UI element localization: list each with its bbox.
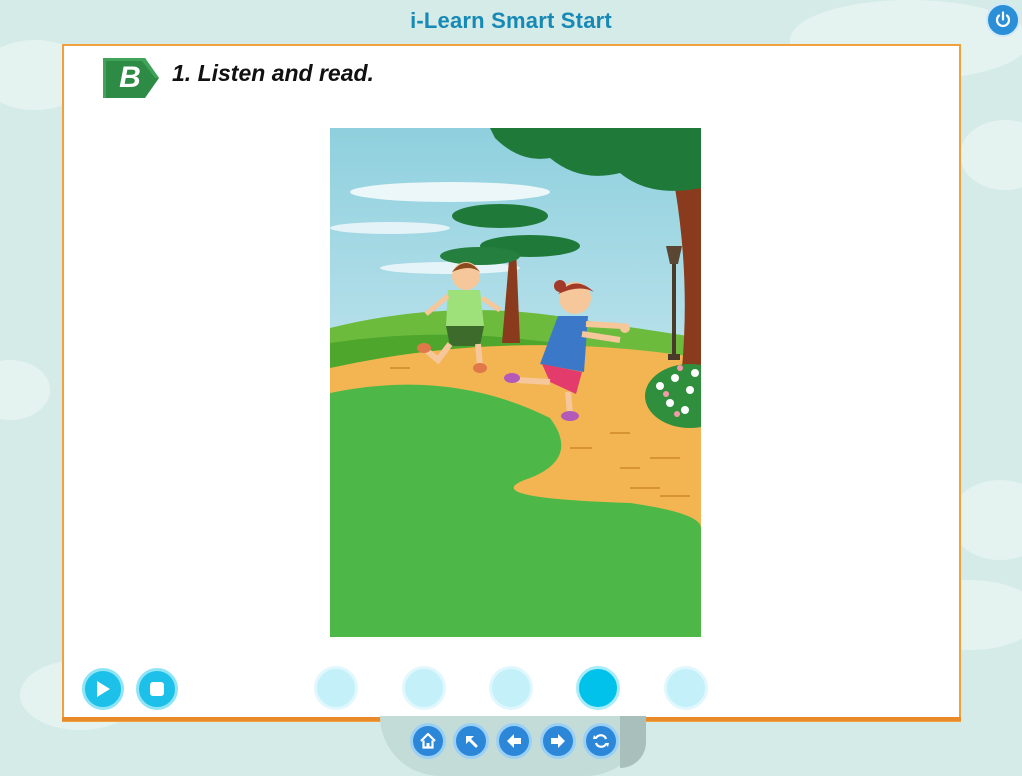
exercise-heading: 1. Listen and read. <box>172 60 374 86</box>
progress-dot-5[interactable] <box>664 666 708 710</box>
up-left-arrow-icon <box>466 736 478 748</box>
home-icon <box>420 732 436 749</box>
next-button[interactable] <box>540 723 576 759</box>
background-cloud <box>960 120 1022 190</box>
progress-dot-3[interactable] <box>489 666 533 710</box>
arrow-left-icon <box>507 734 521 748</box>
background-cloud <box>0 360 50 420</box>
stop-button[interactable] <box>136 668 178 710</box>
home-button[interactable] <box>410 723 446 759</box>
previous-button[interactable] <box>496 723 532 759</box>
back-to-menu-button[interactable] <box>453 723 489 759</box>
section-badge-letter: B <box>119 61 141 94</box>
progress-dot-2[interactable] <box>402 666 446 710</box>
refresh-button[interactable] <box>583 723 619 759</box>
progress-dot-4[interactable] <box>576 666 620 710</box>
play-icon <box>97 681 110 697</box>
arrow-right-icon <box>551 734 565 748</box>
power-button[interactable] <box>986 3 1020 37</box>
navigation-bar-shadow <box>620 716 646 768</box>
lesson-illustration <box>330 128 701 637</box>
progress-dot-1[interactable] <box>314 666 358 710</box>
refresh-icon <box>593 734 609 748</box>
power-icon <box>995 11 1011 27</box>
stop-icon <box>150 682 164 696</box>
lesson-panel: B 1. Listen and read. <box>62 44 961 722</box>
app-title: i-Learn Smart Start <box>410 8 612 33</box>
play-button[interactable] <box>82 668 124 710</box>
